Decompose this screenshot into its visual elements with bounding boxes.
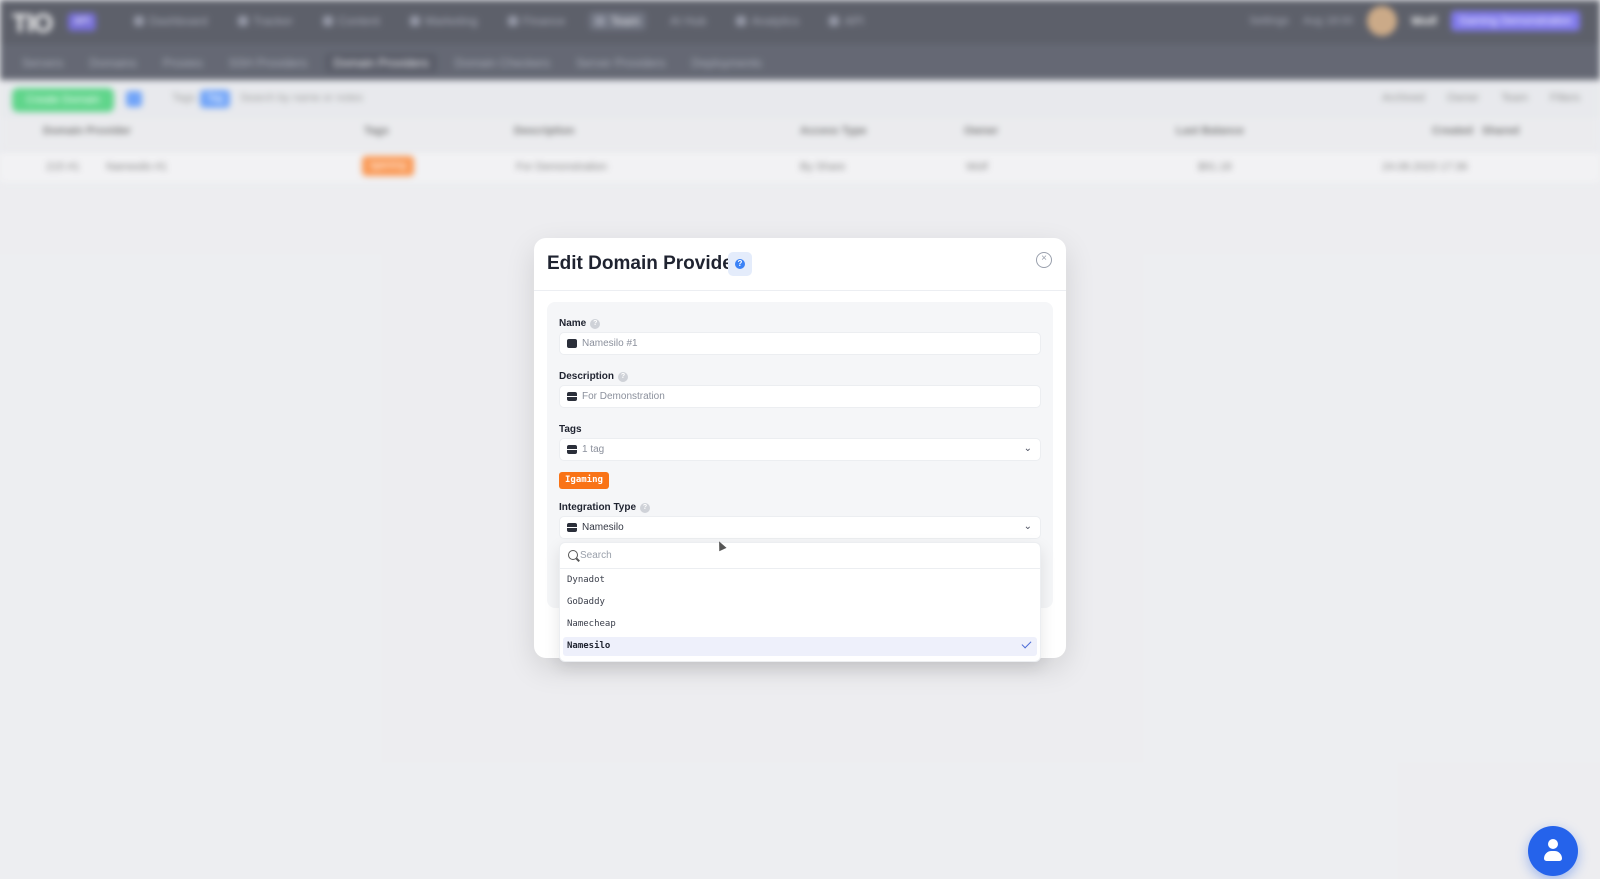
search-icon [568,550,578,560]
name-field[interactable]: Namesilo #1 [559,332,1041,355]
option-godaddy[interactable]: GoDaddy [563,593,1037,612]
help-button[interactable]: ? [728,252,752,276]
close-icon[interactable]: × [1036,252,1052,268]
support-chat-button[interactable] [1528,826,1578,876]
option-namecheap[interactable]: Namecheap [563,615,1037,634]
description-help-icon[interactable]: ? [618,371,629,382]
name-label: Name ? [559,318,601,329]
tags-field-icon [567,445,577,454]
option-namesilo-label: Namesilo [567,641,611,651]
tags-value: 1 tag [582,444,605,455]
name-field-icon [567,339,577,348]
description-field-icon [567,392,577,401]
integration-type-dropdown: Dynadot GoDaddy Namecheap Namesilo [559,542,1041,662]
integration-type-label: Integration Type ? [559,502,651,513]
modal-title: Edit Domain Provider [547,253,741,274]
support-person-icon [1548,839,1558,849]
modal-header: Edit Domain Provider ? × [534,238,1066,291]
description-label: Description ? [559,371,629,382]
integration-type-value: Namesilo [582,522,624,533]
tags-label: Tags [559,424,582,435]
integration-type-field-icon [567,523,577,532]
tags-select[interactable]: 1 tag ⌄ [559,438,1041,461]
dropdown-search [560,543,1040,569]
integration-type-help-icon[interactable]: ? [640,502,651,513]
name-help-icon[interactable]: ? [590,318,601,329]
option-dynadot[interactable]: Dynadot [563,571,1037,590]
option-namesilo[interactable]: Namesilo [563,637,1037,656]
tags-chevron-down-icon[interactable]: ⌄ [1024,443,1032,454]
check-icon [1021,638,1032,649]
description-value: For Demonstration [582,391,665,402]
name-value: Namesilo #1 [582,338,638,349]
tag-chip-igaming[interactable]: Igaming [559,472,609,489]
dropdown-search-input[interactable] [580,547,1020,563]
help-icon: ? [735,259,745,269]
integration-type-chevron-down-icon[interactable]: ⌄ [1024,521,1032,532]
integration-type-select[interactable]: Namesilo ⌄ [559,516,1041,539]
description-field[interactable]: For Demonstration [559,385,1041,408]
